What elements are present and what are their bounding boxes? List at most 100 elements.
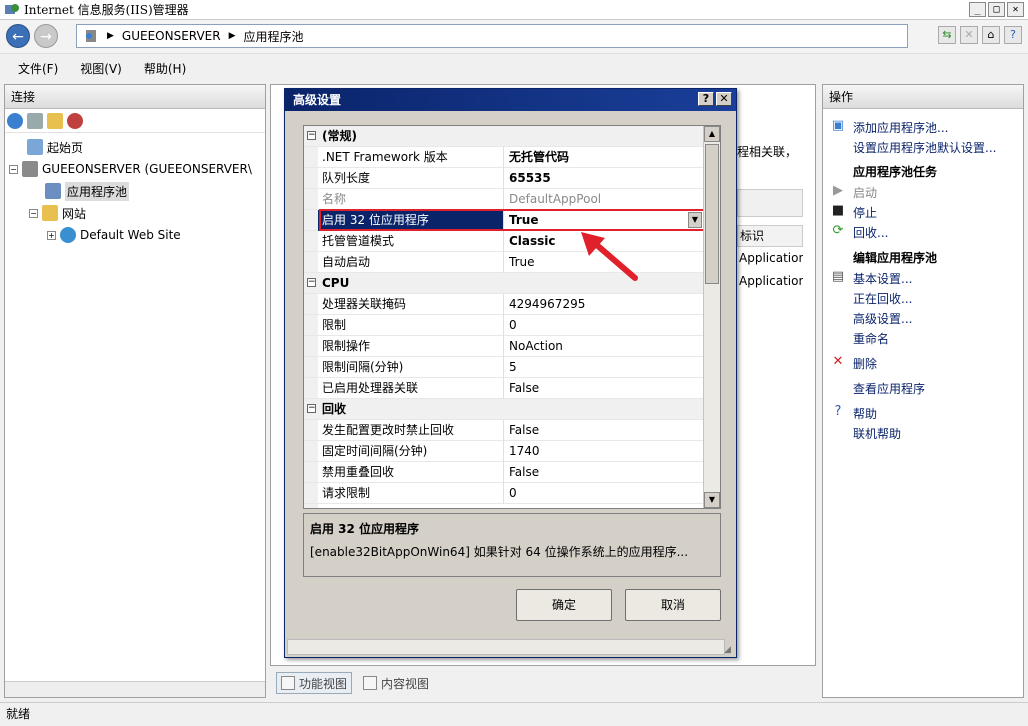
iis-icon bbox=[5, 3, 19, 14]
maximize-button[interactable]: □ bbox=[988, 2, 1005, 17]
scroll-thumb[interactable] bbox=[705, 144, 719, 284]
help-icon: ? bbox=[834, 404, 842, 419]
property-row[interactable]: 固定时间间隔(分钟) 1740 bbox=[304, 441, 704, 462]
action-advanced-settings[interactable]: 高级设置... bbox=[853, 310, 912, 327]
menu-view[interactable]: 视图(V) bbox=[80, 60, 122, 77]
forward-arrow-icon[interactable]: → bbox=[34, 24, 58, 48]
collapse-icon[interactable]: − bbox=[307, 404, 316, 413]
category-label: 回收 bbox=[322, 402, 347, 416]
property-value[interactable]: 1740 bbox=[505, 441, 704, 462]
connect-icon[interactable] bbox=[7, 112, 23, 129]
action-start[interactable]: 启动 bbox=[853, 184, 877, 201]
property-row[interactable]: 已启用处理器关联 False bbox=[304, 378, 704, 399]
cancel-button[interactable]: 取消 bbox=[625, 589, 721, 621]
tree-item-app-pools[interactable]: 应用程序池 bbox=[45, 181, 130, 201]
action-basic-settings[interactable]: 基本设置... bbox=[853, 270, 912, 287]
breadcrumb-server[interactable]: GUEEONSERVER bbox=[122, 29, 221, 43]
menu-help[interactable]: 帮助(H) bbox=[144, 60, 186, 77]
tree-item-start-page[interactable]: 起始页 bbox=[27, 137, 83, 157]
vertical-scrollbar[interactable]: ▲ ▼ bbox=[703, 126, 720, 508]
action-recycling[interactable]: 正在回收... bbox=[853, 290, 912, 307]
category-recycling[interactable]: − 回收 bbox=[304, 399, 704, 420]
property-name: .NET Framework 版本 bbox=[318, 147, 504, 168]
property-row[interactable]: 限制间隔(分钟) 5 bbox=[304, 357, 704, 378]
ok-button[interactable]: 确定 bbox=[516, 589, 612, 621]
action-view-apps[interactable]: 查看应用程序 bbox=[853, 380, 925, 397]
back-arrow-icon[interactable]: ← bbox=[6, 24, 30, 48]
dialog-help-button[interactable]: ? bbox=[698, 92, 714, 106]
dialog-horizontal-scrollbar[interactable] bbox=[287, 639, 725, 655]
collapse-icon[interactable]: − bbox=[9, 164, 18, 174]
minimize-button[interactable]: _ bbox=[969, 2, 986, 17]
collapse-icon[interactable]: − bbox=[307, 131, 316, 140]
property-value[interactable]: 65535 bbox=[505, 168, 704, 189]
expand-icon[interactable]: + bbox=[47, 230, 56, 240]
action-rename[interactable]: 重命名 bbox=[853, 330, 889, 347]
action-add-pool[interactable]: 添加应用程序池... bbox=[853, 119, 948, 136]
category-general[interactable]: − (常规) bbox=[304, 126, 704, 147]
property-value[interactable]: NoAction bbox=[505, 336, 704, 357]
property-value[interactable]: False bbox=[505, 420, 704, 441]
table-cell[interactable]: Application bbox=[737, 247, 803, 269]
property-row[interactable]: 发生配置更改时禁止回收 False bbox=[304, 420, 704, 441]
collapse-icon[interactable]: − bbox=[307, 278, 316, 287]
property-row[interactable]: 限制 0 bbox=[304, 315, 704, 336]
collapse-icon[interactable]: − bbox=[29, 208, 38, 218]
property-row[interactable]: 禁用重叠回收 False bbox=[304, 462, 704, 483]
property-row[interactable]: 请求限制 0 bbox=[304, 483, 704, 504]
property-value[interactable]: 4294967295 bbox=[505, 294, 704, 315]
help-icon[interactable]: ? bbox=[1004, 26, 1022, 44]
property-row[interactable]: 名称 DefaultAppPool bbox=[304, 189, 704, 210]
action-delete[interactable]: 删除 bbox=[853, 355, 877, 372]
resize-grip-icon[interactable]: ◢ bbox=[724, 645, 734, 655]
home-icon[interactable]: ⌂ bbox=[982, 26, 1000, 44]
up-folder-icon[interactable] bbox=[47, 112, 63, 129]
property-value[interactable]: 5 bbox=[505, 357, 704, 378]
address-bar[interactable]: ▶ GUEEONSERVER ▶ 应用程序池 bbox=[76, 24, 908, 48]
breadcrumb-app-pools[interactable]: 应用程序池 bbox=[244, 28, 304, 45]
tab-content-view[interactable]: 内容视图 bbox=[358, 672, 434, 694]
stop-square-icon: ■ bbox=[831, 203, 845, 218]
property-row[interactable]: 限制操作 NoAction bbox=[304, 336, 704, 357]
property-name: 名称 bbox=[318, 189, 504, 210]
property-value[interactable]: 0 bbox=[505, 483, 704, 504]
property-value[interactable]: False bbox=[505, 378, 704, 399]
close-button[interactable]: ✕ bbox=[1007, 2, 1024, 17]
property-row[interactable]: .NET Framework 版本 无托管代码 bbox=[304, 147, 704, 168]
disconnect-icon[interactable] bbox=[67, 112, 83, 129]
connections-toolbar bbox=[5, 109, 265, 133]
column-header-identity[interactable]: 标识 bbox=[737, 225, 803, 247]
property-row[interactable]: 处理器关联掩码 4294967295 bbox=[304, 294, 704, 315]
property-row[interactable]: 队列长度 65535 bbox=[304, 168, 704, 189]
heading-edit-pool: 编辑应用程序池 bbox=[853, 251, 938, 265]
dialog-title: 高级设置 bbox=[293, 93, 342, 107]
tree-item-server[interactable]: − GUEEONSERVER (GUEEONSERVER\ bbox=[9, 159, 252, 179]
horizontal-scrollbar[interactable] bbox=[5, 681, 265, 697]
scroll-down-icon[interactable]: ▼ bbox=[704, 492, 720, 508]
description-fragment: 程相关联， bbox=[737, 145, 798, 159]
tree-label: 起始页 bbox=[47, 140, 84, 155]
action-help[interactable]: 帮助 bbox=[853, 405, 877, 422]
tree-item-default-site[interactable]: + Default Web Site bbox=[47, 225, 181, 245]
tab-features-view[interactable]: 功能视图 bbox=[276, 672, 353, 694]
property-value[interactable]: False bbox=[505, 462, 704, 483]
globe-icon bbox=[60, 227, 76, 243]
action-recycle[interactable]: 回收... bbox=[853, 224, 888, 241]
property-name: 发生配置更改时禁止回收 bbox=[318, 420, 504, 441]
property-name: 自动启动 bbox=[318, 252, 504, 273]
refresh-icon[interactable]: ⇆ bbox=[938, 26, 956, 44]
tree-item-sites[interactable]: − 网站 bbox=[29, 203, 86, 223]
dialog-close-button[interactable]: ✕ bbox=[716, 92, 732, 106]
property-value: DefaultAppPool bbox=[509, 192, 602, 206]
stop-icon[interactable]: ✕ bbox=[960, 26, 978, 44]
property-value[interactable]: 0 bbox=[505, 315, 704, 336]
navigation-bar: ← → ▶ GUEEONSERVER ▶ 应用程序池 ⇆ ✕ ⌂ ? bbox=[0, 20, 1028, 54]
menu-file[interactable]: 文件(F) bbox=[18, 60, 58, 77]
property-value[interactable]: 无托管代码 bbox=[505, 147, 704, 168]
scroll-up-icon[interactable]: ▲ bbox=[704, 126, 720, 142]
table-cell[interactable]: Application bbox=[737, 270, 803, 292]
action-stop[interactable]: 停止 bbox=[853, 204, 877, 221]
save-icon[interactable] bbox=[27, 112, 43, 129]
action-set-defaults[interactable]: 设置应用程序池默认设置... bbox=[853, 139, 996, 156]
action-online-help[interactable]: 联机帮助 bbox=[853, 425, 901, 442]
